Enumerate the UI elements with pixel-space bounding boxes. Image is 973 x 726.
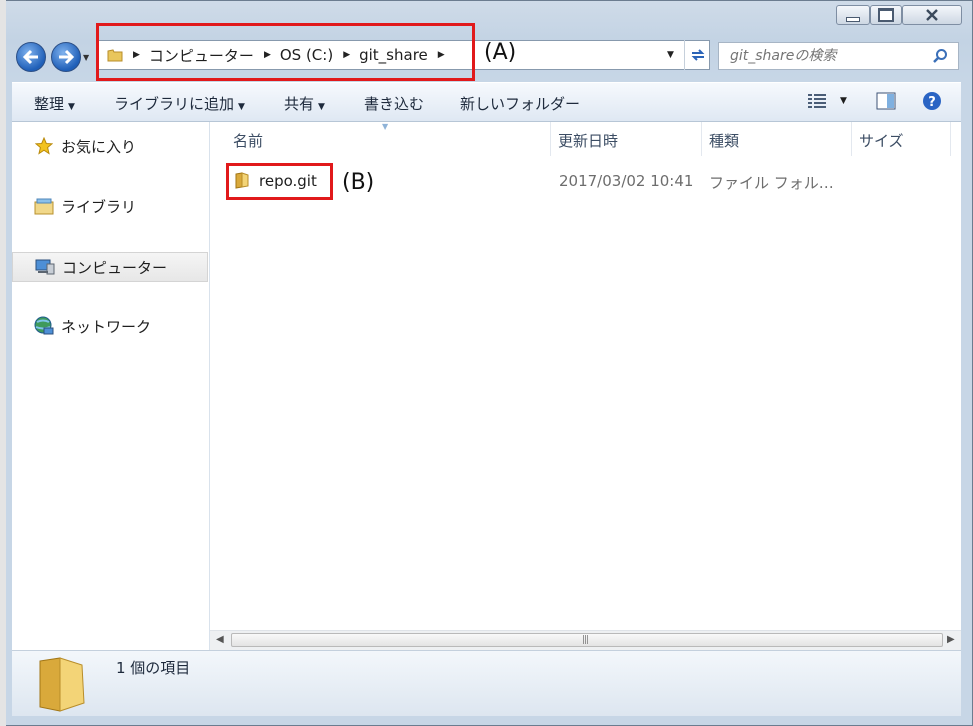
forward-button[interactable] xyxy=(51,42,81,72)
file-modified: 2017/03/02 10:41 xyxy=(559,172,694,190)
preview-pane-icon xyxy=(876,92,896,110)
view-options-button[interactable]: ▼ xyxy=(808,94,847,108)
burn-button[interactable]: 書き込む xyxy=(364,93,424,114)
horizontal-scrollbar[interactable]: ◀ ||| ▶ xyxy=(210,630,961,650)
details-pane: 1 個の項目 xyxy=(12,650,961,716)
navigation-pane: お気に入り ライブラリ コンピューター ネットワーク xyxy=(12,122,210,652)
minimize-button[interactable] xyxy=(836,5,870,25)
column-divider[interactable] xyxy=(701,122,702,156)
column-header-name[interactable]: 名前 xyxy=(233,130,263,151)
column-header-size[interactable]: サイズ xyxy=(859,130,904,151)
close-button[interactable] xyxy=(902,5,962,25)
svg-text:?: ? xyxy=(928,95,936,110)
scroll-left-icon[interactable]: ◀ xyxy=(216,634,224,645)
back-button[interactable] xyxy=(16,42,46,72)
caret-down-icon: ▼ xyxy=(840,96,847,106)
close-icon xyxy=(926,9,938,21)
search-input[interactable] xyxy=(728,47,932,65)
star-icon xyxy=(34,136,54,156)
library-icon xyxy=(34,196,54,216)
column-divider[interactable] xyxy=(550,122,551,156)
search-icon[interactable] xyxy=(932,48,948,64)
refresh-icon xyxy=(691,49,705,61)
column-header-modified[interactable]: 更新日時 xyxy=(558,130,618,151)
nav-item-computer[interactable]: コンピューター xyxy=(12,252,208,282)
help-button[interactable]: ? xyxy=(922,91,942,115)
caret-down-icon: ▼ xyxy=(68,102,75,112)
scrollbar-thumb[interactable]: ||| xyxy=(231,633,943,647)
maximize-icon xyxy=(878,8,894,22)
organize-button[interactable]: 整理 ▼ xyxy=(34,93,75,114)
details-view-icon xyxy=(808,94,826,108)
sort-indicator-icon: ▼ xyxy=(382,122,389,131)
background-strip xyxy=(0,0,6,726)
add-to-library-button[interactable]: ライブラリに追加 ▼ xyxy=(114,93,245,114)
caret-down-icon: ▼ xyxy=(318,102,325,112)
nav-item-libraries[interactable]: ライブラリ xyxy=(12,191,208,221)
caret-down-icon: ▼ xyxy=(238,102,245,112)
network-icon xyxy=(34,316,54,336)
forward-arrow-icon xyxy=(59,49,75,65)
column-divider[interactable] xyxy=(851,122,852,156)
address-dropdown-icon[interactable]: ▼ xyxy=(667,50,674,60)
share-button[interactable]: 共有 ▼ xyxy=(284,93,325,114)
computer-icon xyxy=(35,257,55,277)
new-folder-button[interactable]: 新しいフォルダー xyxy=(460,93,580,114)
nav-item-favorites[interactable]: お気に入り xyxy=(12,131,208,161)
annotation-label-b: (B) xyxy=(342,170,375,195)
search-box[interactable] xyxy=(718,42,959,70)
file-type: ファイル フォル… xyxy=(709,174,834,192)
annotation-label-a: (A) xyxy=(484,40,517,65)
column-header-type[interactable]: 種類 xyxy=(709,130,739,151)
annotation-box-a xyxy=(96,23,475,81)
large-folder-icon xyxy=(36,657,88,717)
item-count: 1 個の項目 xyxy=(116,659,191,677)
grip-icon: ||| xyxy=(582,635,589,645)
minimize-icon xyxy=(846,16,860,22)
nav-item-network[interactable]: ネットワーク xyxy=(12,311,208,341)
preview-pane-button[interactable] xyxy=(876,92,896,114)
history-dropdown-icon[interactable]: ▼ xyxy=(83,53,89,62)
annotation-box-b xyxy=(226,163,333,200)
command-bar: 整理 ▼ ライブラリに追加 ▼ 共有 ▼ 書き込む 新しいフォルダー ▼ ? xyxy=(12,82,961,122)
column-divider[interactable] xyxy=(950,122,951,156)
back-arrow-icon xyxy=(22,49,38,65)
help-icon: ? xyxy=(923,92,941,110)
refresh-button[interactable] xyxy=(684,40,711,70)
maximize-button[interactable] xyxy=(870,5,902,25)
scroll-right-icon[interactable]: ▶ xyxy=(947,634,955,645)
